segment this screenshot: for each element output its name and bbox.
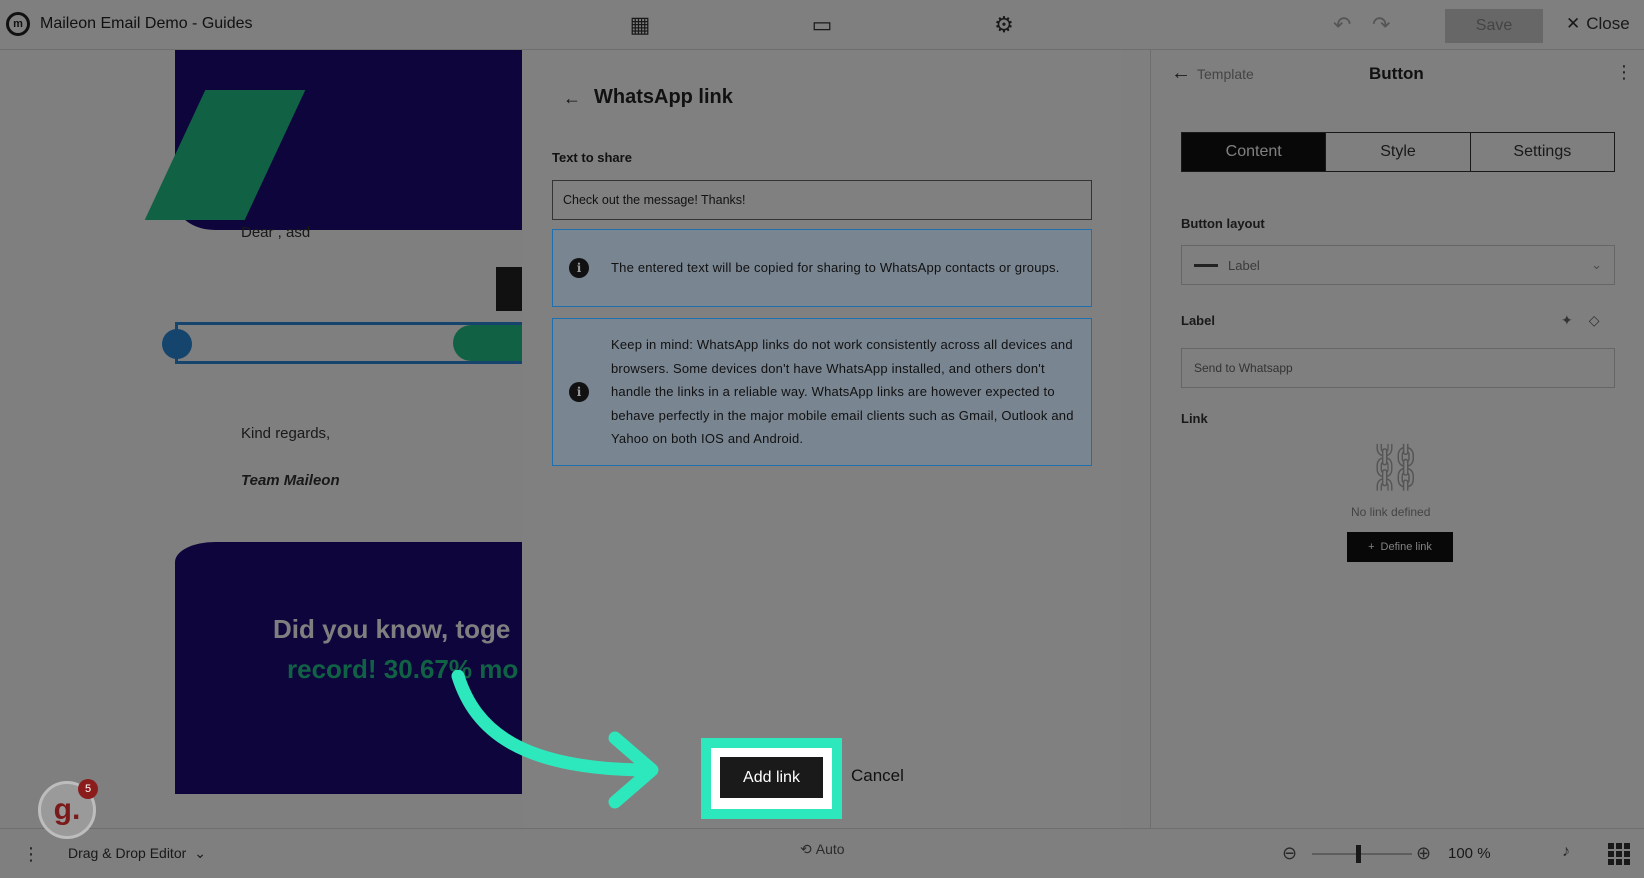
warning-text: Keep in mind: WhatsApp links do not work… <box>611 337 1074 447</box>
info-box-warning: i Keep in mind: WhatsApp links do not wo… <box>552 318 1092 466</box>
info-icon: i <box>569 258 589 278</box>
cancel-button[interactable]: Cancel <box>851 766 904 786</box>
back-arrow-icon[interactable]: ← <box>560 86 584 110</box>
info-icon: i <box>569 382 589 402</box>
curved-arrow-icon <box>451 670 659 809</box>
text-to-share-input[interactable] <box>552 180 1092 220</box>
text-to-share-label: Text to share <box>552 150 632 165</box>
info-box-copy-text: i The entered text will be copied for sh… <box>552 229 1092 307</box>
guide-count-badge: 5 <box>78 779 98 799</box>
dialog-title: WhatsApp link <box>594 86 733 108</box>
info-text: The entered text will be copied for shar… <box>611 260 1060 276</box>
add-link-button[interactable]: Add link <box>720 757 823 798</box>
